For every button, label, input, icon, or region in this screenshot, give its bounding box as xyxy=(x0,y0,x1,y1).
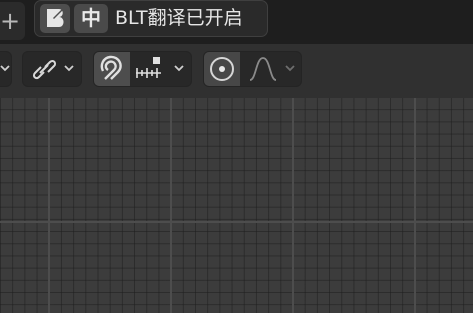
top-bar: + 中 BLT翻译已开启 xyxy=(0,0,473,44)
grid-major-line xyxy=(292,98,294,313)
snap-increment-icon[interactable] xyxy=(134,56,164,82)
grid-major-line xyxy=(48,98,50,313)
viewport-header xyxy=(0,44,473,98)
grid-major-line xyxy=(0,221,473,223)
grid-major-line xyxy=(414,98,416,313)
language-mode-button[interactable]: 中 xyxy=(74,4,108,33)
blt-logo-icon xyxy=(40,4,70,33)
proportional-editing-icon xyxy=(210,57,234,81)
left-dropdown[interactable] xyxy=(0,51,12,87)
snapping-group xyxy=(93,51,192,87)
chevron-down-icon[interactable] xyxy=(173,64,185,74)
chevron-down-icon xyxy=(0,65,10,72)
proportional-editing-group xyxy=(203,51,302,87)
translation-status: BLT翻译已开启 xyxy=(115,7,243,29)
magnet-icon xyxy=(100,55,122,80)
grid-major-line xyxy=(170,98,172,313)
link-dropdown[interactable] xyxy=(22,51,82,87)
snap-toggle[interactable] xyxy=(94,52,130,86)
add-workspace-button[interactable]: + xyxy=(0,6,20,36)
link-icon xyxy=(32,59,57,80)
translation-toggle[interactable]: 中 BLT翻译已开启 xyxy=(34,0,268,37)
chevron-down-icon[interactable] xyxy=(284,64,296,74)
proportional-editing-toggle[interactable] xyxy=(204,52,240,86)
chevron-down-icon xyxy=(64,65,74,72)
falloff-curve-icon[interactable] xyxy=(248,56,278,82)
viewport-grid[interactable] xyxy=(0,98,473,313)
